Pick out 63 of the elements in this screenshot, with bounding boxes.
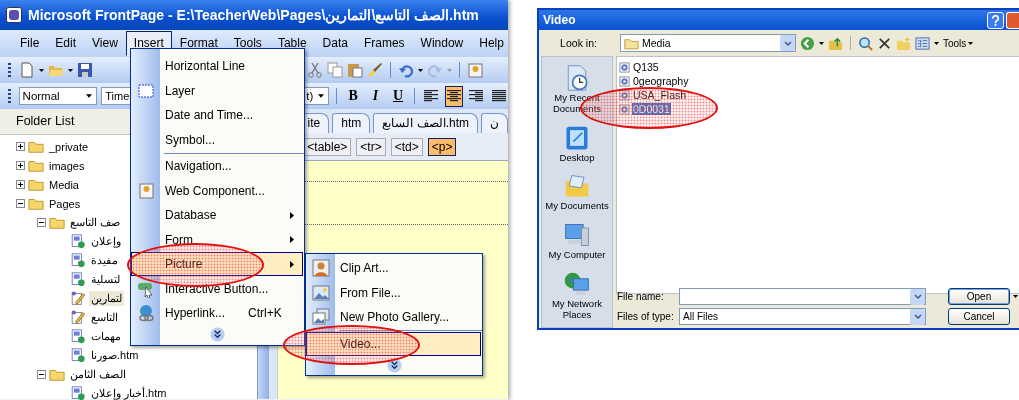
menu-item[interactable]: Navigation... xyxy=(160,154,303,179)
page-tab[interactable]: الصف السابع.htm xyxy=(373,113,478,133)
place-button[interactable]: Desktop xyxy=(543,151,611,163)
media-entry[interactable]: Q135 xyxy=(632,61,660,73)
underline-button[interactable]: U xyxy=(388,85,408,107)
file-type-label: Files of type: xyxy=(617,311,675,322)
tree-item[interactable]: لتسلية xyxy=(89,272,122,287)
menu-item[interactable]: Edit xyxy=(47,31,85,56)
file-type-dropdown[interactable]: All Files xyxy=(679,308,926,325)
menu-item[interactable]: Clip Art... xyxy=(335,256,481,281)
tag-button[interactable]: <p> xyxy=(427,137,457,156)
tag-button[interactable]: <table> xyxy=(303,137,352,156)
menu-item[interactable]: Picture xyxy=(131,252,303,277)
menu-item[interactable]: From File... xyxy=(335,280,481,305)
page-tab[interactable]: htm xyxy=(332,113,371,133)
tree-item[interactable]: images xyxy=(47,158,87,173)
tree-item[interactable]: _private xyxy=(47,139,91,154)
tools-menu-button[interactable]: Tools xyxy=(943,37,974,49)
tree-item[interactable]: الصف الثامن xyxy=(68,367,129,382)
menu-item[interactable]: Interactive Button... xyxy=(160,276,303,301)
place-button[interactable]: My Network Places xyxy=(543,298,611,321)
menu-item[interactable]: New Photo Gallery... xyxy=(335,305,481,330)
tree-item[interactable]: وإعلان xyxy=(89,234,123,249)
menu-item[interactable]: Layer xyxy=(160,78,303,103)
tree-item[interactable]: Media xyxy=(47,177,81,192)
media-entry[interactable]: 0geography xyxy=(632,75,690,87)
bold-button[interactable]: B xyxy=(343,85,363,107)
style-dropdown[interactable]: Normal xyxy=(18,87,98,105)
tag-button[interactable]: <td> xyxy=(390,137,423,156)
look-in-label: Look in: xyxy=(559,37,598,49)
tree-item[interactable]: صف التاسع xyxy=(68,215,123,230)
menu-item[interactable]: Database xyxy=(160,203,303,228)
place-button[interactable]: My Computer xyxy=(543,249,611,261)
tree-item[interactable]: مهمات xyxy=(89,329,123,344)
menu-item[interactable]: Hyperlink... Ctrl+K xyxy=(160,301,303,326)
tree-item[interactable]: صورنا.htm xyxy=(89,348,141,363)
menu-item[interactable]: Video... xyxy=(306,331,481,356)
cancel-button[interactable]: Cancel xyxy=(948,308,1010,325)
page-tab[interactable]: ن xyxy=(481,113,508,133)
file-name-label: File name: xyxy=(617,291,665,302)
menu-item[interactable]: Form xyxy=(160,227,303,252)
tree-item[interactable]: التاسع xyxy=(89,310,120,325)
menu-item[interactable]: Web Component... xyxy=(160,178,303,203)
window-title: Microsoft FrontPage - E:\TeacherWeb\Pages\الصف التاسع\التمارين.htm xyxy=(28,7,479,23)
media-entry[interactable]: 0D0031 xyxy=(632,103,671,115)
menu-item[interactable]: Window xyxy=(412,31,472,56)
tag-button[interactable]: <tr> xyxy=(356,137,386,156)
media-entry[interactable]: USA_Flash xyxy=(632,89,688,101)
menu-item[interactable]: Help xyxy=(471,31,508,56)
place-button[interactable]: My Documents xyxy=(543,200,611,212)
open-button[interactable]: Open xyxy=(948,288,1010,305)
menu-item[interactable]: File xyxy=(12,31,48,56)
tree-item[interactable]: أخبار وإعلان.htm xyxy=(89,386,169,400)
menu-item[interactable]: Horizontal Line xyxy=(160,54,303,79)
dialog-title: Video xyxy=(543,13,577,27)
look-in-dropdown[interactable]: Media xyxy=(620,34,796,52)
menu-item[interactable]: Frames xyxy=(355,31,413,56)
menu-item[interactable]: View xyxy=(84,31,126,56)
menu-item[interactable]: Data xyxy=(314,31,356,56)
tree-item[interactable]: لتمارين xyxy=(89,291,124,306)
tree-item[interactable]: Pages xyxy=(47,196,83,211)
italic-button[interactable]: I xyxy=(366,85,385,107)
tree-item[interactable]: مفيدة xyxy=(89,253,120,268)
